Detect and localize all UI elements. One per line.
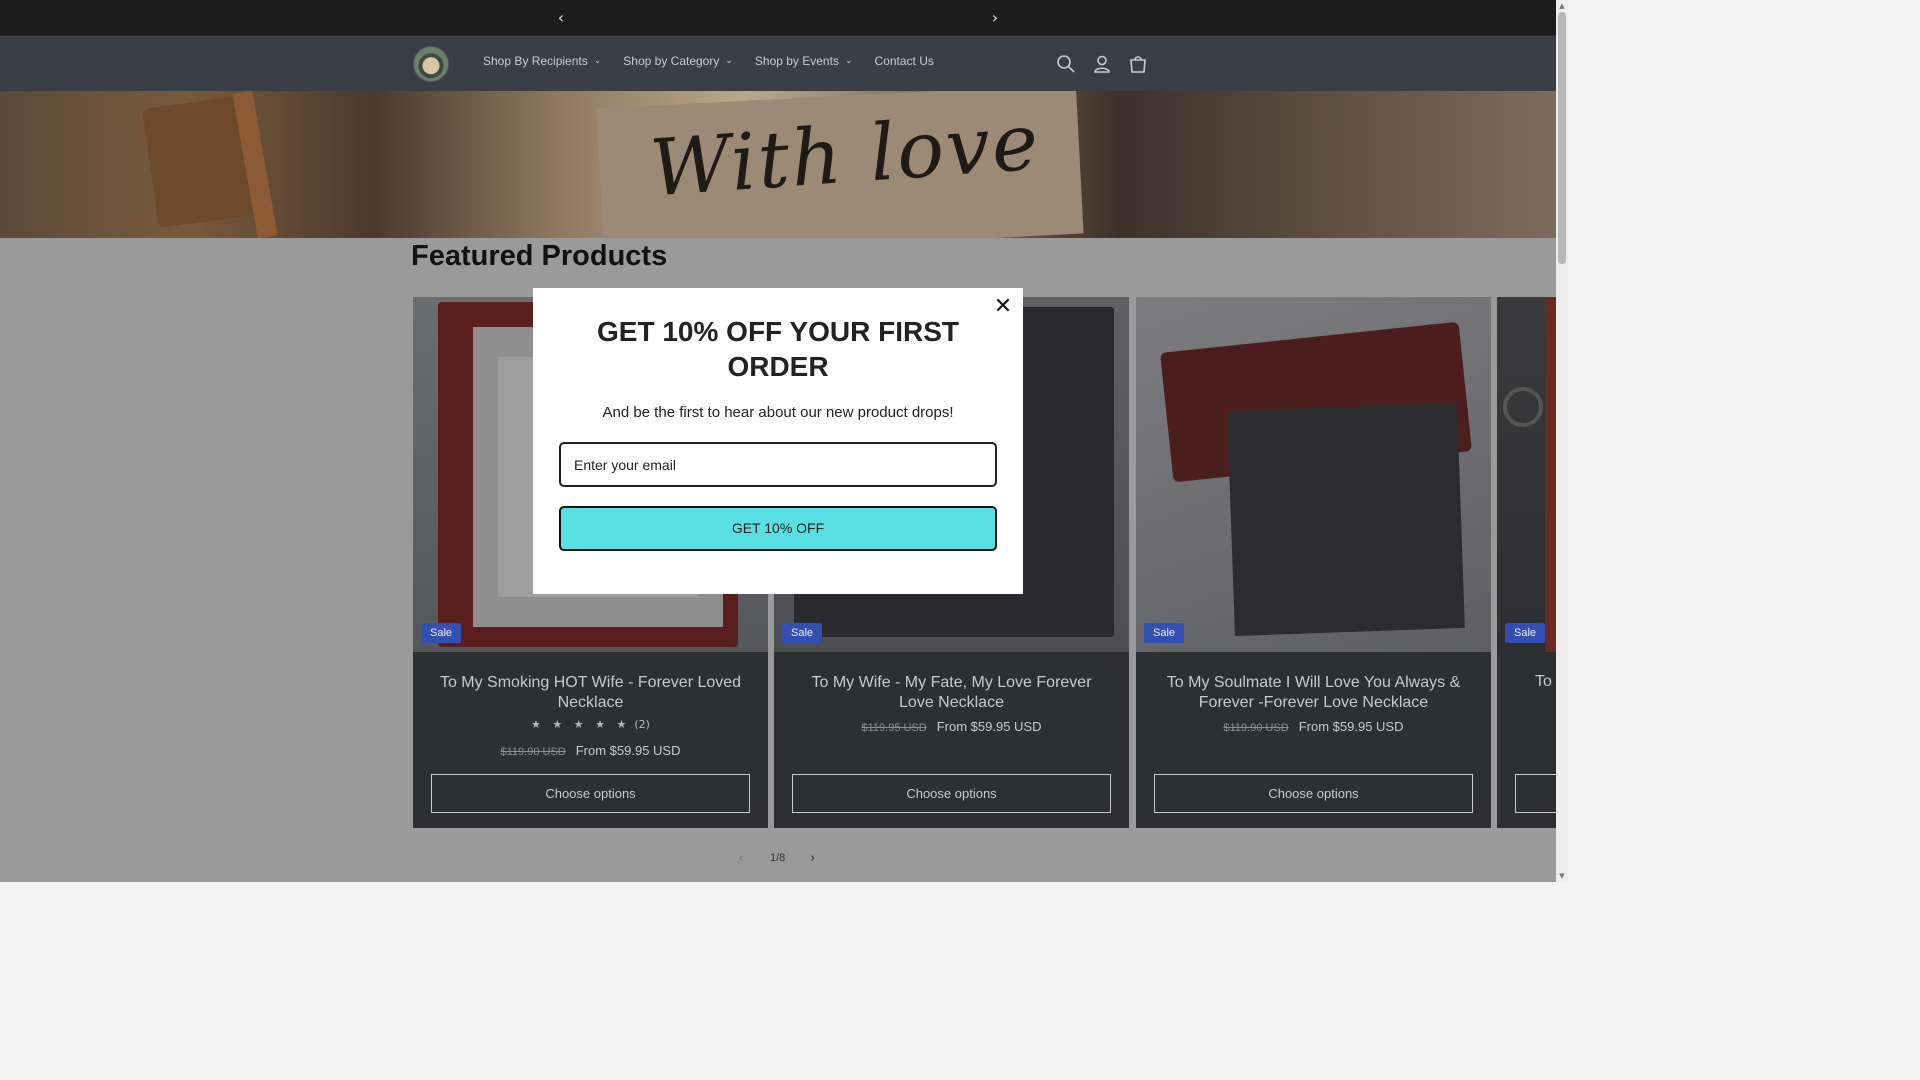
product-title[interactable]: To My Smoking HOT Wife - Forever Loved N… [431,673,750,713]
rating-count: (2) [634,718,650,731]
product-price: $119.90 USD From $59.95 USD [413,743,768,758]
product-title[interactable]: To My Soulmate I Will Love You Always & … [1154,673,1473,713]
close-icon[interactable]: ✕ [991,295,1015,319]
main-nav: Shop By Recipients ⌄ Shop by Category ⌄ Sh… [483,54,956,68]
choose-options-button[interactable] [1515,774,1556,813]
nav-shop-by-events[interactable]: Shop by Events ⌄ [755,54,853,68]
product-card: To My Soulmate I Will Love You Always & … [1136,652,1491,828]
store-logo[interactable] [413,46,449,82]
rating-stars: ★ ★ ★ ★ ★ (2) [531,718,650,731]
chevron-down-icon: ⌄ [844,56,853,66]
cart-icon[interactable] [1128,54,1148,74]
scroll-thumb[interactable] [1558,12,1566,264]
compare-price: $119.90 USD [500,746,566,758]
sale-badge: Sale [782,623,823,643]
sale-badge: Sale [1505,623,1546,643]
sale-badge: Sale [1144,623,1185,643]
choose-options-button[interactable]: Choose options [431,774,750,813]
get-discount-button[interactable]: GET 10% OFF [559,506,997,551]
carousel-pager: ‹ 1/8 › [730,850,830,870]
chevron-down-icon: ⌄ [593,56,602,66]
product-card: To My Wife - My Fate, My Love Forever Lo… [774,652,1129,828]
search-icon[interactable] [1056,54,1076,74]
product-card: To My Smoking HOT Wife - Forever Loved N… [413,652,768,828]
email-input[interactable] [559,442,997,487]
product-title[interactable]: To My Wife - My Fate, My Love Forever Lo… [792,673,1111,713]
popup-subtitle: And be the first to hear about our new p… [602,404,954,421]
sale-price: From $59.95 USD [575,743,681,758]
sale-price: From $59.95 USD [936,719,1042,734]
nav-contact-us[interactable]: Contact Us [875,54,934,68]
account-icon[interactable] [1092,54,1112,74]
site-header: Shop By Recipients ⌄ Shop by Category ⌄ Sh… [0,36,1556,91]
announcement-bar: ‹ › [0,0,1556,36]
nav-shop-by-recipients[interactable]: Shop By Recipients ⌄ [483,54,601,68]
nav-shop-by-category[interactable]: Shop by Category ⌄ [623,54,733,68]
sale-badge: Sale [421,623,462,643]
hero-banner: With love [0,91,1556,238]
choose-options-button[interactable]: Choose options [1154,774,1473,813]
pager-prev-arrow[interactable]: ‹ [738,851,743,866]
page-scrollbar[interactable]: ▲ ▼ [1556,0,1568,882]
pager-next-arrow[interactable]: › [810,851,815,866]
discount-popup: ✕ GET 10% OFF YOUR FIRST ORDER And be th… [533,288,1023,594]
choose-options-button[interactable]: Choose options [792,774,1111,813]
compare-price: $119.90 USD [1223,722,1289,734]
product-price: $119.95 USD From $59.95 USD [774,719,1129,734]
chevron-down-icon: ⌄ [725,56,733,66]
product-image[interactable] [1136,297,1491,652]
product-image[interactable] [1497,297,1556,652]
product-card: To [1497,652,1556,828]
product-title[interactable]: To [1535,673,1552,691]
scroll-up-arrow[interactable]: ▲ [1556,0,1568,12]
announcement-next-arrow[interactable]: › [986,9,1004,27]
section-title: Featured Products [411,240,668,272]
pager-count: 1/8 [770,852,786,864]
scroll-down-arrow[interactable]: ▼ [1556,870,1568,882]
product-price: $119.90 USD From $59.95 USD [1136,719,1491,734]
compare-price: $119.95 USD [861,722,927,734]
sale-price: From $59.95 USD [1298,719,1404,734]
announcement-prev-arrow[interactable]: ‹ [552,9,570,27]
popup-title: GET 10% OFF YOUR FIRST ORDER [597,316,959,382]
